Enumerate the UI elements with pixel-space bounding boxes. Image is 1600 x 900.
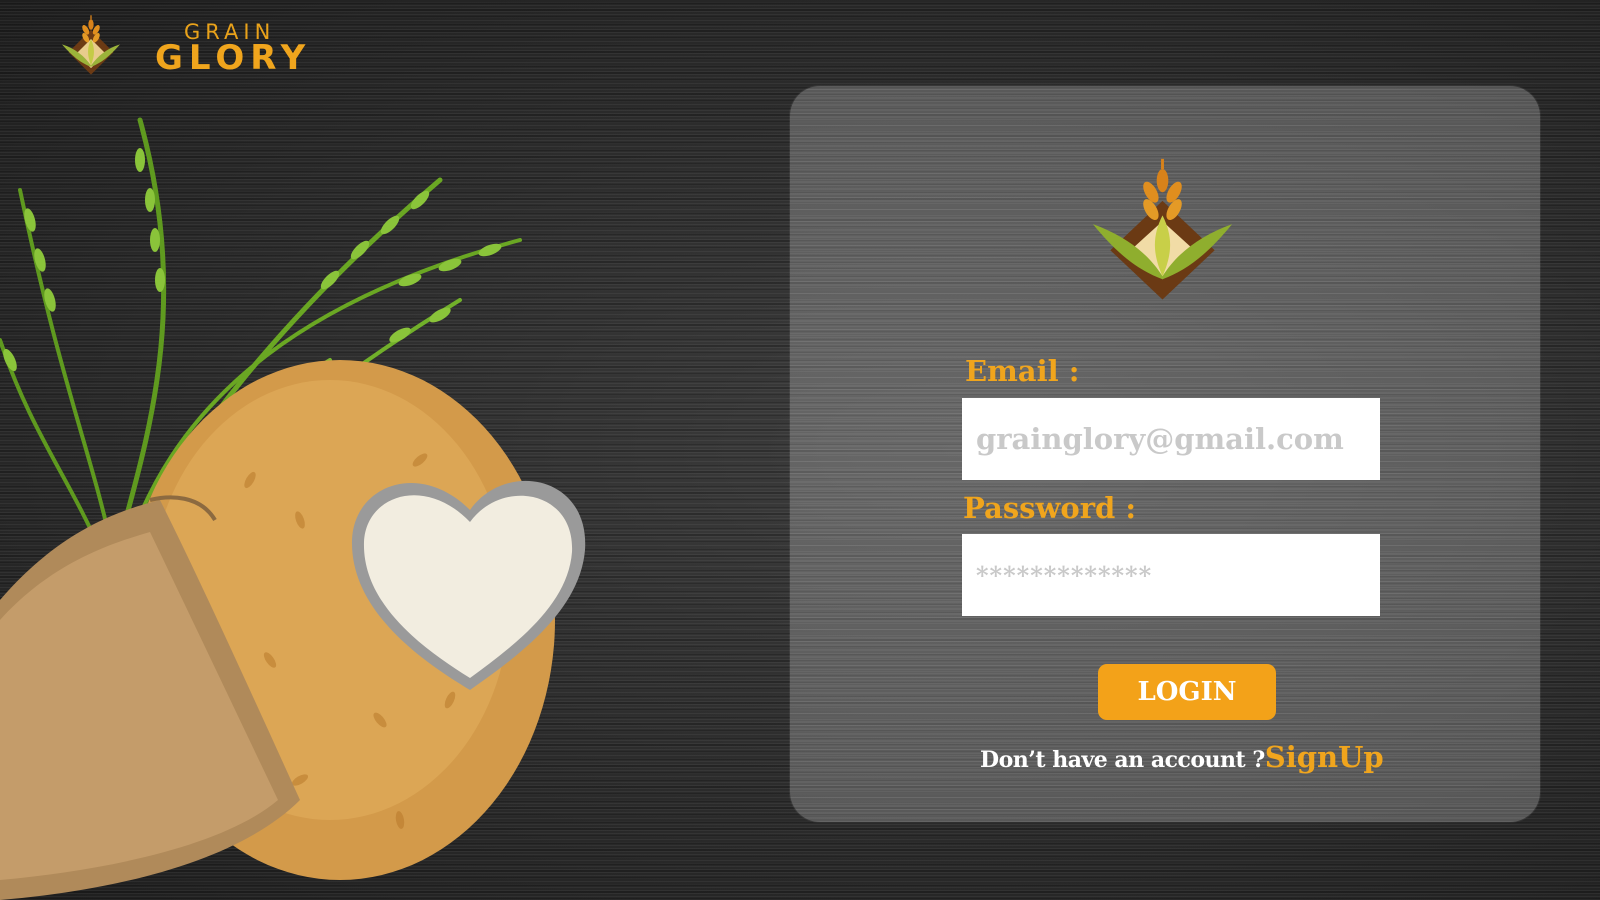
- login-button[interactable]: LOGIN: [1098, 664, 1276, 720]
- rice-plant-grains: [3, 148, 502, 372]
- wheat-logo-icon: [61, 15, 121, 75]
- signup-link[interactable]: SignUp: [1265, 740, 1384, 774]
- login-card: Email : Password : LOGIN Don’t have an a…: [790, 86, 1540, 822]
- email-label: Email :: [965, 354, 1080, 388]
- password-field[interactable]: [962, 534, 1380, 616]
- rice-illustration: [0, 117, 586, 900]
- brand-header: GRAIN GLORY: [58, 8, 338, 80]
- wheat-logo-icon: [1092, 158, 1233, 300]
- signup-prompt: Don’t have an account ?: [980, 747, 1265, 773]
- signup-row: Don’t have an account ?SignUp: [980, 740, 1384, 774]
- password-label: Password :: [963, 491, 1137, 525]
- brand-name-bottom: GLORY: [155, 38, 312, 78]
- email-field[interactable]: [962, 398, 1380, 480]
